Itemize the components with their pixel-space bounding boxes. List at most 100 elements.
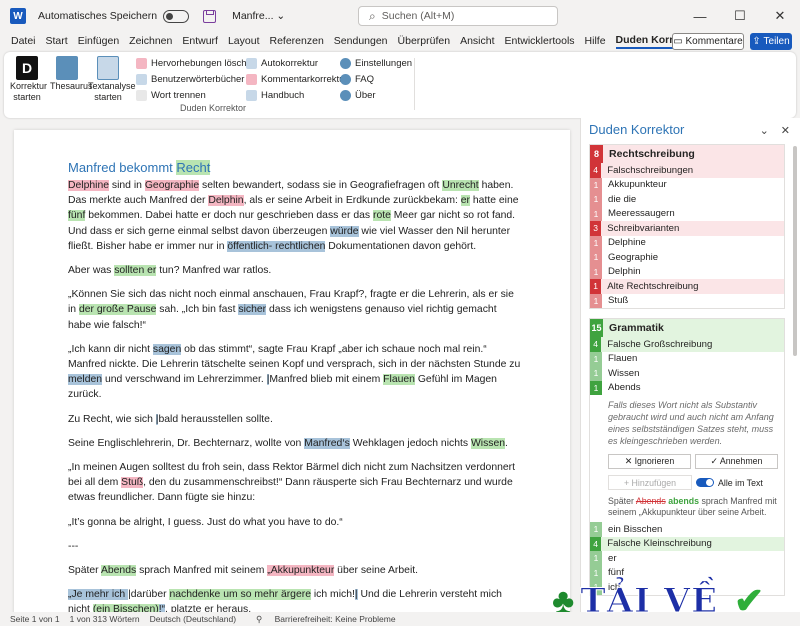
autosave-toggle[interactable] (163, 9, 190, 23)
ueber-button[interactable]: Über (340, 87, 412, 103)
tab-hilfe[interactable]: Hilfe (585, 35, 606, 47)
hervorhebungen-loeschen-button[interactable]: Hervorhebungen löschen (136, 55, 257, 71)
highlighted-text[interactable]: der große Pause (78, 304, 157, 316)
highlighted-text[interactable]: fünf (68, 210, 86, 222)
share-button[interactable]: ⇪ Teilen (750, 33, 792, 50)
highlighted-text[interactable]: „Je mehr ich (68, 589, 129, 601)
highlighted-text[interactable]: Wissen (470, 437, 506, 449)
panel-options-icon[interactable]: ⌄ (760, 124, 769, 137)
highlighted-text[interactable]: Geographie (144, 180, 200, 191)
benutzerwoerterbuecher-button[interactable]: Benutzerwörterbücher ⌄ (136, 71, 257, 87)
document-title[interactable]: Manfre... ⌄ (232, 10, 285, 22)
maximize-icon[interactable]: ☐ (720, 0, 760, 32)
paragraph[interactable]: --- (68, 539, 522, 554)
category-row[interactable]: 4 Falschschreibungen (590, 163, 784, 178)
paragraph[interactable]: Delphine sind in Geographie selten bewan… (68, 178, 522, 254)
issue-row[interactable]: 1 Delphine (590, 235, 784, 250)
tab-ansicht[interactable]: Ansicht (460, 35, 494, 47)
tab-sendungen[interactable]: Sendungen (334, 35, 388, 47)
language[interactable]: Deutsch (Deutschland) (150, 614, 236, 624)
paragraph[interactable]: Seine Englischlehrerin, Dr. Bechternarz,… (68, 436, 522, 451)
highlighted-text[interactable]: Flauen (383, 374, 415, 386)
category-row[interactable]: 4 Falsche Kleinschreibung (590, 536, 784, 551)
paragraph[interactable]: Aber was sollten er tun? Manfred war rat… (68, 263, 522, 278)
highlighted-text[interactable]: sagen (152, 343, 182, 355)
document-page[interactable]: Manfred bekommt Recht Delphine sind in G… (14, 130, 570, 612)
highlighted-text[interactable]: Manfred‘s (304, 437, 350, 449)
issue-row[interactable]: 1 Delphin (590, 264, 784, 279)
tab-layout[interactable]: Layout (228, 35, 260, 47)
highlighted-text[interactable]: nachdenke um so mehr ärgere (169, 589, 311, 601)
issue-row[interactable]: 1 Akkupunkteur (590, 177, 784, 192)
korrektur-starten-button[interactable]: D Korrektur starten (10, 56, 47, 103)
comments-button[interactable]: ▭ Kommentare (672, 33, 744, 50)
highlighted-text[interactable]: sicher (238, 304, 267, 316)
issue-row[interactable]: 1 Geographie (590, 250, 784, 265)
thesaurus-button[interactable]: Thesaurus (50, 56, 93, 92)
issue-row[interactable]: 1 Meeressaugern (590, 206, 784, 221)
tab-start[interactable]: Start (46, 35, 68, 47)
word-count[interactable]: 1 von 313 Wörtern (70, 614, 140, 624)
highlighted-text[interactable]: Delphine (68, 180, 110, 191)
highlighted-text[interactable]: rote (372, 210, 391, 222)
all-in-text-toggle[interactable]: Alle im Text (696, 475, 778, 490)
tab-entwurf[interactable]: Entwurf (182, 35, 218, 47)
kommentarkorrektur-button[interactable]: Kommentarkorrektur (246, 71, 348, 87)
paragraph[interactable]: „Ich kann dir nicht sagen ob das stimmt“… (68, 342, 522, 403)
textanalyse-button[interactable]: Textanalyse starten (88, 56, 136, 103)
hyphen-icon (136, 89, 147, 101)
save-icon[interactable] (203, 9, 217, 23)
highlighted-text[interactable]: Stuß (121, 477, 144, 489)
paragraph[interactable]: „Je mehr ich |darüber nachdenke um so me… (68, 587, 522, 612)
page-count[interactable]: Seite 1 von 1 (10, 614, 60, 624)
einstellungen-button[interactable]: Einstellungen (340, 55, 412, 71)
issue-row[interactable]: 1 Stuß (590, 293, 784, 308)
ignore-button[interactable]: ✕ Ignorieren (608, 454, 691, 469)
tab-überprüfen[interactable]: Überprüfen (398, 35, 451, 47)
issue-row[interactable]: 1 ein Bisschen (590, 522, 784, 537)
paragraph[interactable]: Zu Recht, wie sich |bald herausstellen s… (68, 412, 522, 427)
category-row[interactable]: 4 Falsche Großschreibung (590, 337, 784, 352)
paragraph[interactable]: „In meinen Augen solltest du froh sein, … (68, 460, 522, 506)
highlighted-text[interactable]: Abends (100, 565, 137, 577)
highlighted-text[interactable]: öffentlich- rechtlichen (227, 240, 326, 252)
panel-close-icon[interactable]: ✕ (781, 124, 790, 137)
issue-row-selected[interactable]: 1 Abends (590, 380, 784, 395)
search-input[interactable]: ⌕ Suchen (Alt+M) (358, 6, 558, 26)
highlighted-text[interactable]: sollten er (114, 265, 157, 277)
handbuch-button[interactable]: Handbuch (246, 87, 348, 103)
issue-row[interactable]: 1 er (590, 551, 784, 566)
tab-einfügen[interactable]: Einfügen (78, 35, 119, 47)
issue-row[interactable]: 1 Flauen (590, 351, 784, 366)
tab-datei[interactable]: Datei (11, 35, 36, 47)
category-row[interactable]: 1 Alte Rechtschreibung (590, 279, 784, 294)
paragraph[interactable]: „Können Sie sich das nicht noch einmal a… (68, 287, 522, 333)
highlighted-text[interactable]: (ein Bisschen) (92, 604, 159, 612)
panel-scrollbar[interactable] (792, 146, 798, 606)
highlighted-text[interactable]: er (460, 195, 471, 207)
tab-entwicklertools[interactable]: Entwicklertools (505, 35, 575, 47)
minimize-icon[interactable]: — (680, 0, 720, 32)
grammar-header[interactable]: 15 Grammatik (590, 319, 784, 337)
paragraph[interactable]: „It’s gonna be alright, I guess. Just do… (68, 515, 522, 530)
close-icon[interactable]: ✕ (760, 0, 800, 32)
paragraph[interactable]: Später Abends sprach Manfred mit seinem … (68, 563, 522, 578)
tab-referenzen[interactable]: Referenzen (270, 35, 324, 47)
highlighted-text[interactable]: würde (330, 225, 359, 237)
category-row[interactable]: 3 Schreibvarianten (590, 221, 784, 236)
issue-row[interactable]: 1 die die (590, 192, 784, 207)
autokorrektur-button[interactable]: Autokorrektur (246, 55, 348, 71)
highlighted-text[interactable]: melden (68, 374, 103, 386)
tab-zeichnen[interactable]: Zeichnen (129, 35, 172, 47)
spelling-header[interactable]: 8 Rechtschreibung (590, 145, 784, 163)
wort-trennen-button[interactable]: Wort trennen (136, 87, 257, 103)
add-button[interactable]: + Hinzufügen (608, 475, 692, 490)
accept-button[interactable]: ✓ Annehmen (695, 454, 778, 469)
panel-scroll-thumb[interactable] (793, 146, 797, 356)
issue-row[interactable]: 1 Wissen (590, 366, 784, 381)
accessibility-status[interactable]: ⚲ Barrierefreiheit: Keine Probleme (246, 614, 396, 625)
highlighted-text[interactable]: Unrecht (442, 180, 479, 191)
faq-button[interactable]: FAQ (340, 71, 412, 87)
highlighted-text[interactable]: „Akkupunkteur (267, 565, 335, 577)
highlighted-text[interactable]: Delphin (208, 195, 244, 207)
